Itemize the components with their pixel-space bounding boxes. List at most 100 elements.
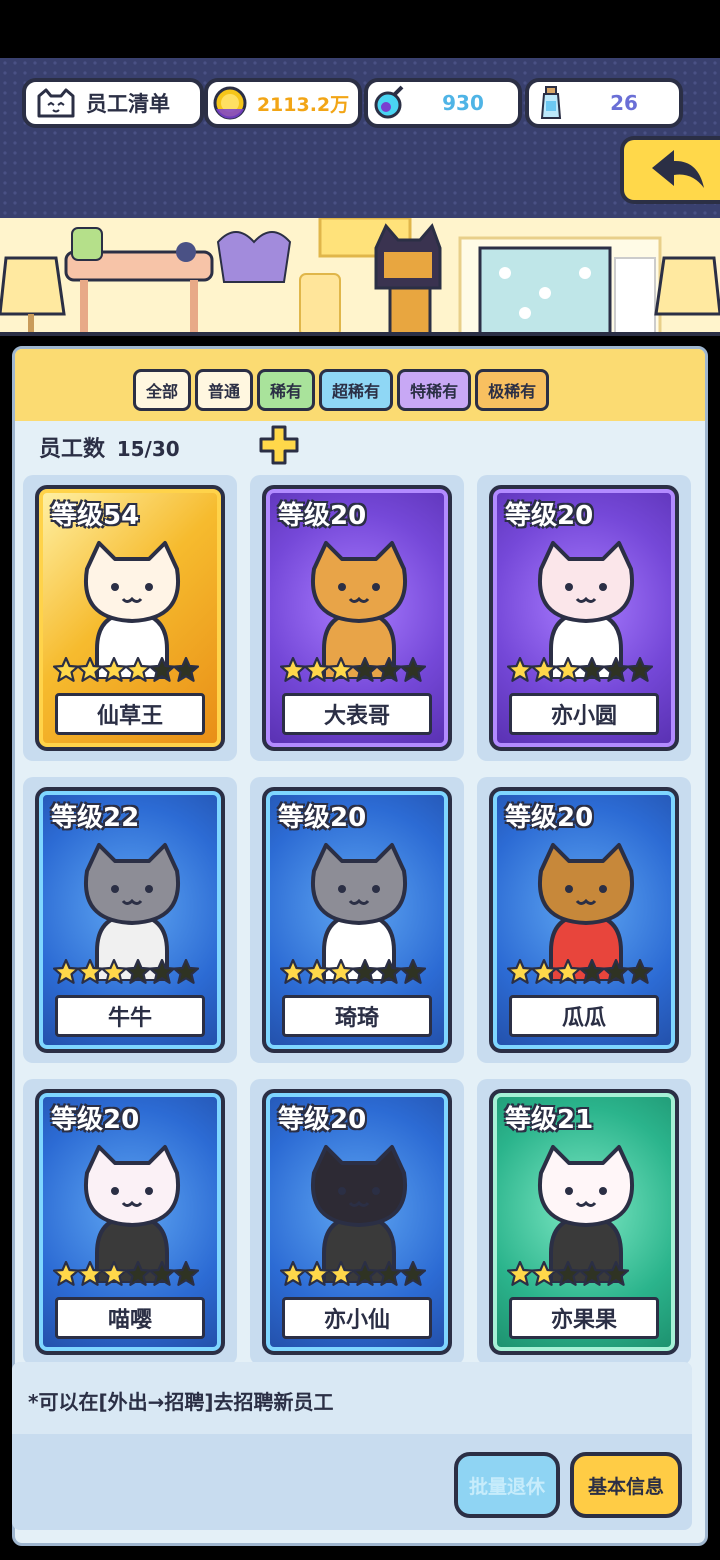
star-empty-icon: [125, 1261, 151, 1286]
star-empty-icon: [149, 1261, 175, 1286]
star-empty-icon: [579, 959, 605, 984]
star-empty-icon: [149, 959, 175, 984]
bottle-value: 26: [610, 91, 638, 115]
tab-all[interactable]: 全部: [133, 369, 192, 411]
staff-card[interactable]: 等级20 大表哥: [262, 485, 452, 751]
star-filled-icon: [101, 657, 127, 682]
star-empty-icon: [400, 959, 426, 984]
star-filled-icon: [304, 657, 330, 682]
staff-card-cell: 等级20 亦小圆: [477, 475, 691, 761]
staff-name: 亦小圆: [509, 693, 659, 735]
staff-card-cell: 等级21 亦果果: [477, 1079, 691, 1365]
tab-normal[interactable]: 普通: [195, 369, 254, 411]
bottle-counter[interactable]: 26: [525, 78, 683, 128]
staff-card[interactable]: 等级22 牛牛: [35, 787, 225, 1053]
status-bar: [0, 0, 720, 58]
staff-card-cell: 等级20 亦小仙: [250, 1079, 464, 1365]
gem-potion-icon: [374, 85, 404, 119]
star-filled-icon: [531, 1261, 557, 1286]
staff-level: 等级22: [51, 803, 140, 833]
gem-value: 930: [442, 91, 484, 115]
star-filled-icon: [328, 657, 354, 682]
staff-level: 等级20: [505, 501, 594, 531]
star-filled-icon: [328, 1261, 354, 1286]
staff-count-value: 15/30: [116, 437, 180, 461]
star-filled-icon: [531, 657, 557, 682]
star-empty-icon: [173, 959, 199, 984]
gem-counter[interactable]: 930: [364, 78, 522, 128]
bottle-icon: [540, 86, 562, 119]
star-rating: [280, 959, 426, 987]
star-filled-icon: [77, 959, 103, 984]
staff-count: 员工数 15/30: [39, 431, 180, 463]
tab-ultra-rare[interactable]: 极稀有: [475, 369, 550, 411]
staff-name: 亦果果: [509, 1297, 659, 1339]
staff-count-label: 员工数: [39, 437, 106, 462]
recruit-hint: *可以在[外出→招聘]去招聘新员工: [28, 1390, 334, 1414]
star-filled-icon: [53, 1261, 79, 1286]
footer-panel: *可以在[外出→招聘]去招聘新员工 批量退休 基本信息: [12, 1362, 692, 1530]
staff-name: 琦琦: [282, 995, 432, 1037]
star-empty-icon: [400, 657, 426, 682]
star-filled-icon: [77, 657, 103, 682]
star-rating: [507, 657, 653, 685]
staff-level: 等级21: [505, 1105, 594, 1135]
staff-card[interactable]: 等级54 仙草王: [35, 485, 225, 751]
gold-coin-icon: [213, 86, 247, 120]
staff-card-cell: 等级20 琦琦: [250, 777, 464, 1063]
tab-rare[interactable]: 稀有: [257, 369, 316, 411]
shop-scene-banner: [0, 218, 720, 336]
gold-counter[interactable]: 2113.2万: [204, 78, 362, 128]
star-empty-icon: [125, 959, 151, 984]
basic-info-button[interactable]: 基本信息: [570, 1452, 682, 1518]
star-rating: [507, 959, 653, 987]
back-button[interactable]: [620, 136, 720, 204]
star-filled-icon: [125, 657, 151, 682]
star-filled-icon: [304, 959, 330, 984]
star-filled-icon: [507, 1261, 533, 1286]
staff-card[interactable]: 等级20 亦小圆: [489, 485, 679, 751]
star-empty-icon: [376, 657, 402, 682]
star-filled-icon: [280, 959, 306, 984]
star-filled-icon: [328, 959, 354, 984]
star-rating: [280, 657, 426, 685]
staff-card[interactable]: 等级20 瓜瓜: [489, 787, 679, 1053]
staff-name: 大表哥: [282, 693, 432, 735]
star-empty-icon: [579, 1261, 605, 1286]
staff-card[interactable]: 等级21 亦果果: [489, 1089, 679, 1355]
star-empty-icon: [173, 657, 199, 682]
star-rating: [280, 1261, 426, 1289]
star-empty-icon: [352, 657, 378, 682]
batch-retire-button[interactable]: 批量退休: [454, 1452, 560, 1518]
star-filled-icon: [53, 959, 79, 984]
staff-card[interactable]: 等级20 琦琦: [262, 787, 452, 1053]
star-filled-icon: [101, 1261, 127, 1286]
star-empty-icon: [555, 1261, 581, 1286]
plus-icon[interactable]: [259, 425, 299, 465]
star-filled-icon: [304, 1261, 330, 1286]
staff-card[interactable]: 等级20 亦小仙: [262, 1089, 452, 1355]
star-empty-icon: [579, 657, 605, 682]
star-filled-icon: [531, 959, 557, 984]
staff-level: 等级20: [278, 1105, 367, 1135]
hint-box: *可以在[外出→招聘]去招聘新员工: [12, 1362, 692, 1434]
staff-name: 瓜瓜: [509, 995, 659, 1037]
staff-card[interactable]: 等级20 喵嘤: [35, 1089, 225, 1355]
tab-super-rare[interactable]: 超稀有: [319, 369, 394, 411]
star-filled-icon: [507, 959, 533, 984]
shop-scene-illustration: [0, 218, 720, 332]
staff-card-cell: 等级20 喵嘤: [23, 1079, 237, 1365]
page-title: 员工清单: [86, 92, 170, 116]
staff-name: 喵嘤: [55, 1297, 205, 1339]
staff-level: 等级54: [51, 501, 140, 531]
star-filled-icon: [555, 959, 581, 984]
back-arrow-icon: [652, 150, 704, 188]
star-rating: [53, 959, 199, 987]
staff-level: 等级20: [278, 501, 367, 531]
star-rating: [53, 1261, 199, 1289]
star-filled-icon: [555, 657, 581, 682]
cat-face-icon: [32, 88, 80, 118]
star-empty-icon: [173, 1261, 199, 1286]
star-rating: [507, 1261, 629, 1289]
tab-special-rare[interactable]: 特稀有: [397, 369, 472, 411]
